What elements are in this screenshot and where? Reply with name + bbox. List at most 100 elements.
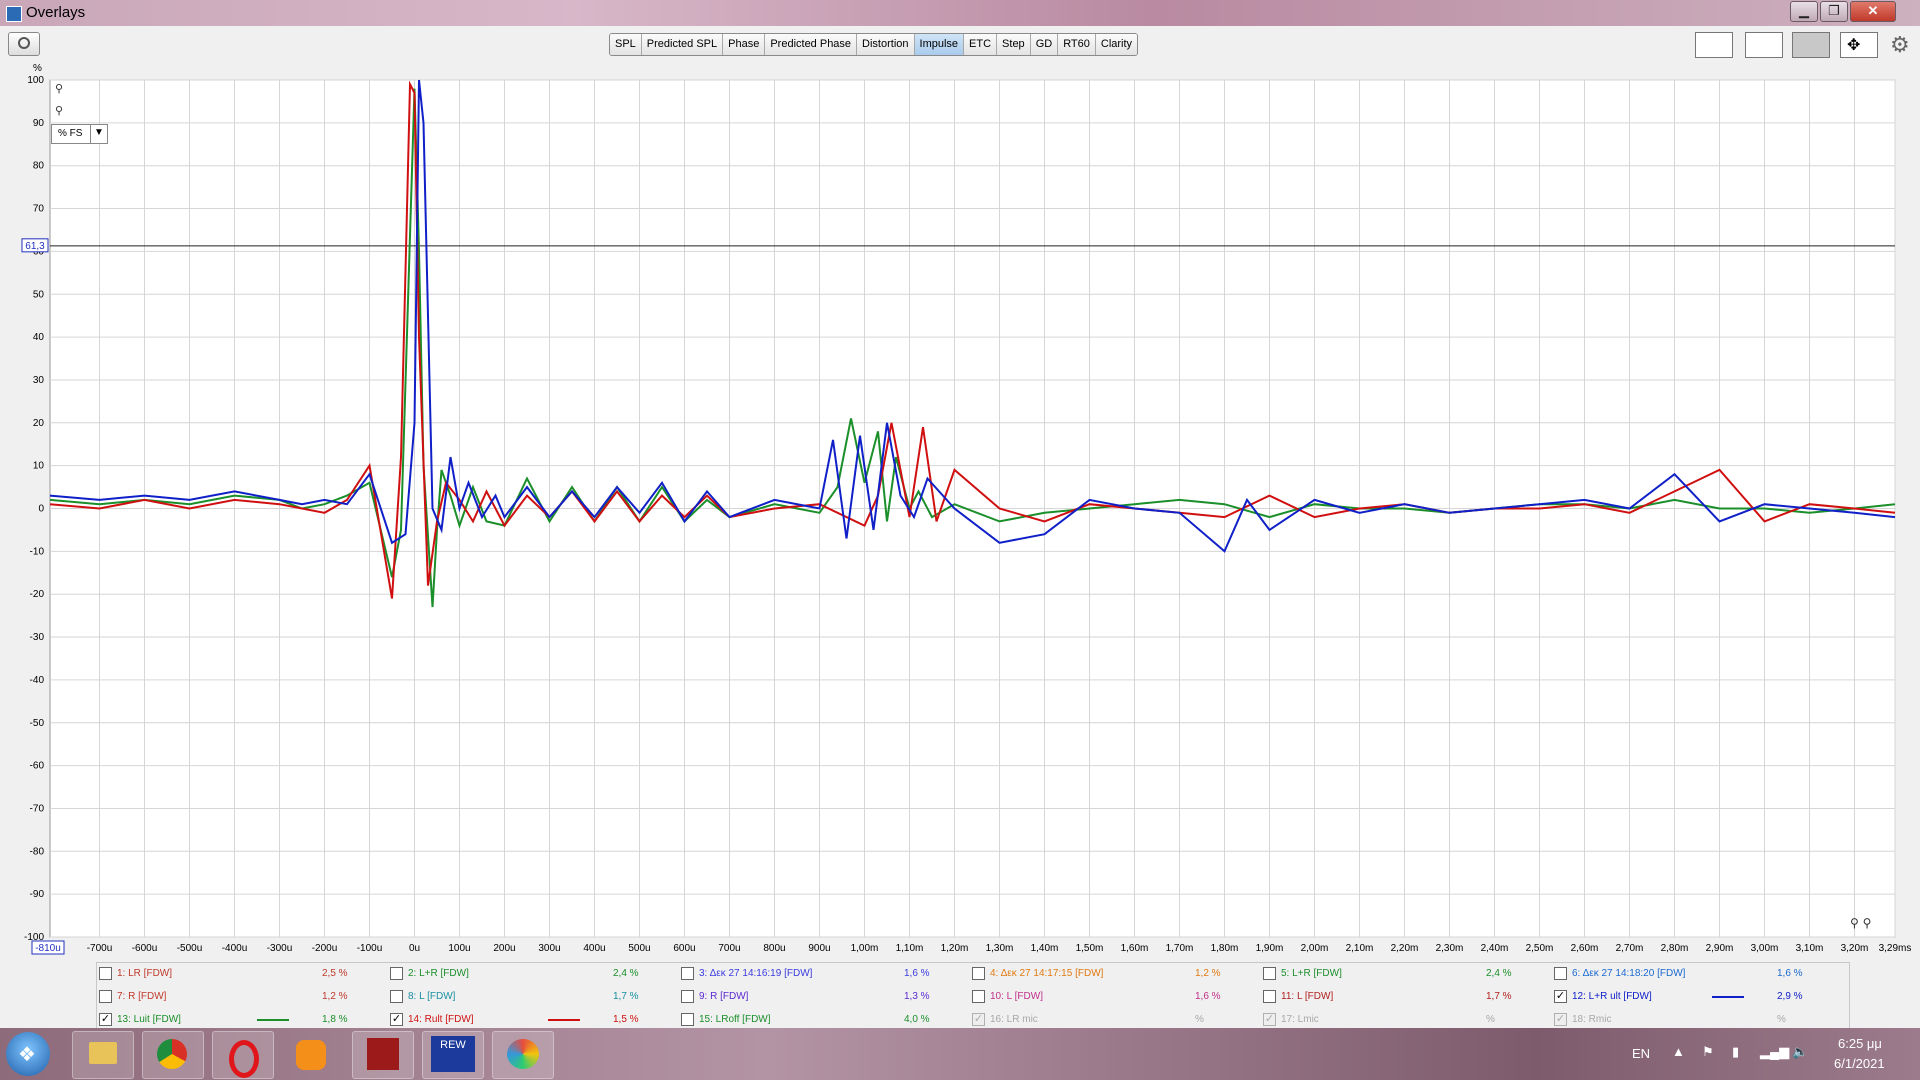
- x-tick-label: 1,40m: [1031, 943, 1059, 954]
- unit-select[interactable]: % FS ▼: [51, 124, 108, 144]
- camera-icon: [18, 37, 30, 49]
- file-explorer-icon[interactable]: [72, 1031, 134, 1079]
- tab-clarity[interactable]: Clarity: [1095, 34, 1138, 55]
- legend-value: %: [1777, 1014, 1786, 1025]
- flag-icon[interactable]: ⚑: [1702, 1044, 1714, 1060]
- impulse-chart[interactable]: 1009080706050403020100-10-20-30-40-50-60…: [0, 62, 1920, 962]
- minimize-button[interactable]: ▁: [1790, 1, 1818, 22]
- tab-predicted-spl[interactable]: Predicted SPL: [641, 34, 724, 55]
- y-tick-label: 0: [38, 504, 44, 515]
- legend-checkbox[interactable]: [972, 967, 985, 980]
- y-tick-label: -90: [30, 889, 45, 900]
- legend-checkbox[interactable]: [972, 990, 985, 1003]
- x-tick-label: 2,20m: [1391, 943, 1419, 954]
- volume-icon[interactable]: 🔈: [1792, 1044, 1808, 1060]
- legend-checkbox[interactable]: [390, 990, 403, 1003]
- legend-checkbox[interactable]: [681, 990, 694, 1003]
- tab-gd[interactable]: GD: [1030, 34, 1059, 55]
- tab-step[interactable]: Step: [997, 34, 1031, 55]
- legend-label: 4: Δεκ 27 14:17:15 [FDW]: [990, 968, 1104, 979]
- legend-checkbox[interactable]: [681, 967, 694, 980]
- y-tick-label: -60: [30, 761, 45, 772]
- legend-checkbox[interactable]: ✓: [390, 1013, 403, 1026]
- legend-checkbox[interactable]: ✓: [1554, 990, 1567, 1003]
- gear-icon[interactable]: ⚙: [1890, 32, 1910, 58]
- legend-checkbox[interactable]: [1554, 967, 1567, 980]
- legend-checkbox[interactable]: ✓: [1554, 1013, 1567, 1026]
- legend-label: 2: L+R [FDW]: [408, 968, 469, 979]
- legend-checkbox[interactable]: [390, 967, 403, 980]
- legend-label: 13: Luit [FDW]: [117, 1014, 181, 1025]
- legend-checkbox[interactable]: [99, 990, 112, 1003]
- vertical-zoom-icon[interactable]: [1695, 32, 1733, 58]
- close-button[interactable]: ✕: [1850, 1, 1896, 22]
- tab-distortion[interactable]: Distortion: [857, 34, 915, 55]
- chevron-up-icon[interactable]: ▲: [1672, 1044, 1685, 1059]
- y-tick-label: 100: [27, 75, 44, 86]
- legend-checkbox[interactable]: ✓: [1263, 1013, 1276, 1026]
- legend-value: 2,4 %: [1486, 968, 1512, 979]
- y-tick-label: -70: [30, 803, 45, 814]
- x-tick-label: 300u: [538, 943, 560, 954]
- x-tick-label: -100u: [357, 943, 383, 954]
- rew-taskbar-icon[interactable]: REW: [422, 1031, 484, 1079]
- battery-icon[interactable]: ▮: [1732, 1044, 1739, 1060]
- maximize-button[interactable]: ❐: [1820, 1, 1848, 22]
- x-tick-label: 600u: [673, 943, 695, 954]
- tab-spl[interactable]: SPL: [610, 34, 642, 55]
- tab-predicted-phase[interactable]: Predicted Phase: [765, 34, 858, 55]
- legend-label: 16: LR mic: [990, 1014, 1038, 1025]
- language-indicator[interactable]: EN: [1632, 1046, 1650, 1061]
- legend-checkbox[interactable]: [1263, 990, 1276, 1003]
- legend-value: 1,6 %: [904, 968, 930, 979]
- brave-icon[interactable]: [296, 1040, 326, 1070]
- legend-checkbox[interactable]: [1263, 967, 1276, 980]
- x-tick-label: 1,30m: [986, 943, 1014, 954]
- paint-icon[interactable]: [492, 1031, 554, 1079]
- app-icon: [6, 6, 22, 22]
- legend-checkbox[interactable]: [681, 1013, 694, 1026]
- legend-value: 1,8 %: [322, 1014, 348, 1025]
- x-tick-label: 500u: [628, 943, 650, 954]
- limits-icon[interactable]: [1792, 32, 1830, 58]
- x-tick-label: 1,70m: [1166, 943, 1194, 954]
- legend-checkbox[interactable]: ✓: [99, 1013, 112, 1026]
- x-cursor-value: -810u: [35, 943, 61, 954]
- x-tick-label: 1,10m: [896, 943, 924, 954]
- clock-date[interactable]: 6/1/2021: [1834, 1056, 1885, 1071]
- x-tick-label: -200u: [312, 943, 338, 954]
- tab-phase[interactable]: Phase: [723, 34, 766, 55]
- x-tick-label: 2,10m: [1346, 943, 1374, 954]
- controls-icon[interactable]: [1745, 32, 1783, 58]
- x-tick-label: 800u: [763, 943, 785, 954]
- x-tick-label: 1,60m: [1121, 943, 1149, 954]
- legend-checkbox[interactable]: [99, 967, 112, 980]
- y-tick-label: 30: [33, 375, 45, 386]
- legend-label: 17: Lmic: [1281, 1014, 1319, 1025]
- x-tick-label: -700u: [87, 943, 113, 954]
- y-tick-label: 80: [33, 161, 45, 172]
- network-icon[interactable]: ▂▄▆: [1760, 1044, 1789, 1060]
- x-tick-label: 2,60m: [1571, 943, 1599, 954]
- legend-value: 1,7 %: [1486, 991, 1512, 1002]
- tab-etc[interactable]: ETC: [964, 34, 998, 55]
- opera-icon[interactable]: [212, 1031, 274, 1079]
- clock-time[interactable]: 6:25 μμ: [1838, 1036, 1882, 1051]
- capture-button[interactable]: [8, 32, 40, 56]
- chrome-icon[interactable]: [142, 1031, 204, 1079]
- x-tick-label: 2,40m: [1481, 943, 1509, 954]
- start-button[interactable]: ❖: [6, 1032, 50, 1076]
- legend-label: 3: Δεκ 27 14:16:19 [FDW]: [699, 968, 813, 979]
- x-tick-label: 100u: [448, 943, 470, 954]
- legend-label: 15: LRoff [FDW]: [699, 1014, 771, 1025]
- tab-impulse[interactable]: Impulse: [914, 34, 965, 55]
- tab-rt60[interactable]: RT60: [1058, 34, 1096, 55]
- fit-icon[interactable]: ✥: [1840, 32, 1878, 58]
- x-tick-label: -500u: [177, 943, 203, 954]
- move-arrows-icon: ✥: [1847, 37, 1861, 54]
- legend-label: 5: L+R [FDW]: [1281, 968, 1342, 979]
- legend-checkbox[interactable]: ✓: [972, 1013, 985, 1026]
- legend-value: 2,5 %: [322, 968, 348, 979]
- x-tick-label: 3,20m: [1841, 943, 1869, 954]
- app-red-icon[interactable]: [352, 1031, 414, 1079]
